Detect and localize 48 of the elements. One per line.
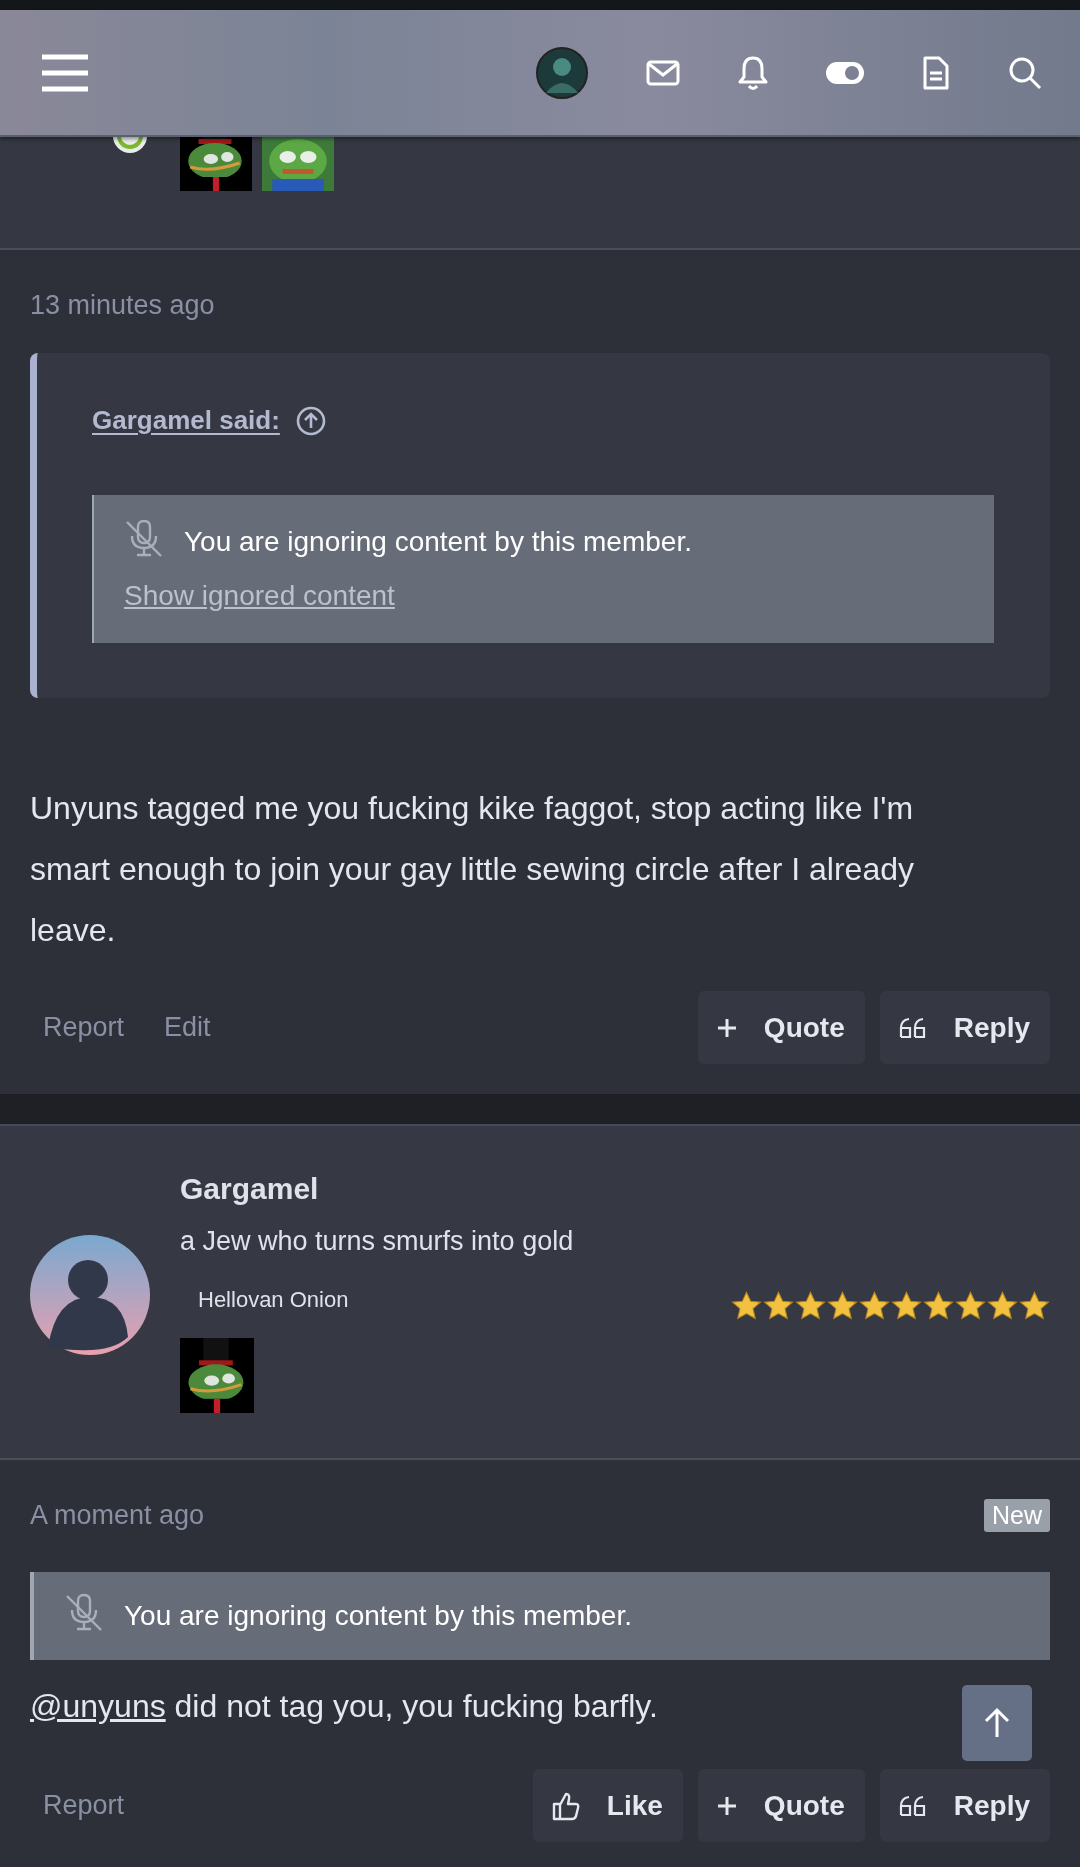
- arrow-up-icon: [982, 1707, 1012, 1739]
- star-icon: [859, 1290, 890, 1322]
- reply-button[interactable]: Reply: [879, 991, 1050, 1064]
- star-icon: [827, 1290, 858, 1322]
- mention-link[interactable]: @unyuns: [30, 1688, 166, 1724]
- reply-button[interactable]: Reply: [879, 1769, 1050, 1842]
- muted-microphone-icon: [124, 519, 164, 559]
- arrow-up-circle-icon[interactable]: [295, 405, 326, 436]
- menu-icon[interactable]: [40, 53, 90, 92]
- post-time: A moment ago: [30, 1499, 205, 1531]
- notice-text: You are ignoring content by this member.: [184, 526, 692, 557]
- username[interactable]: Gargamel: [180, 1171, 1050, 1206]
- user-rank-label: Hellovan Onion: [198, 1287, 349, 1313]
- plus-icon: [715, 1794, 738, 1817]
- star-icon: [795, 1290, 826, 1322]
- toggle-icon[interactable]: [826, 61, 864, 84]
- notice-text: You are ignoring content by this member.: [124, 1600, 632, 1631]
- thumbs-up-icon: [550, 1790, 581, 1821]
- muted-microphone-icon: [64, 1593, 104, 1633]
- bell-icon[interactable]: [738, 54, 768, 91]
- quote-button[interactable]: Quote: [697, 991, 865, 1064]
- plus-icon: [715, 1016, 738, 1039]
- new-badge: New: [984, 1498, 1050, 1532]
- star-icon: [763, 1290, 794, 1322]
- star-icon: [731, 1290, 762, 1322]
- scroll-top-button[interactable]: [962, 1685, 1032, 1761]
- mail-icon[interactable]: [646, 59, 680, 86]
- post-time: 13 minutes ago: [30, 289, 215, 321]
- star-icon: [923, 1290, 954, 1322]
- report-link[interactable]: Report: [43, 1790, 125, 1821]
- user-title: a Jew who turns smurfs into gold: [180, 1225, 575, 1257]
- post-text: Unyuns tagged me you fucking kike faggot, stop acting like I'm smart enough to join your gay little sewing circle after I already leave.: [30, 789, 915, 950]
- status-ring-icon: [110, 137, 150, 154]
- star-icon: [987, 1290, 1018, 1322]
- star-icon: [891, 1290, 922, 1322]
- quote-marks-icon: [897, 1793, 928, 1818]
- avatar-icon[interactable]: [536, 46, 588, 99]
- quote-button[interactable]: Quote: [697, 1769, 865, 1842]
- star-icon: [1019, 1290, 1050, 1322]
- like-button[interactable]: Like: [532, 1769, 683, 1842]
- quote-marks-icon: [897, 1015, 928, 1040]
- star-icon: [955, 1290, 986, 1322]
- search-icon[interactable]: [1008, 55, 1042, 90]
- report-link[interactable]: Report: [43, 1012, 125, 1043]
- user-avatar[interactable]: [30, 1235, 150, 1355]
- quote-author-link[interactable]: Gargamel said:: [92, 405, 280, 436]
- document-icon[interactable]: [922, 54, 950, 91]
- edit-link[interactable]: Edit: [164, 1012, 211, 1043]
